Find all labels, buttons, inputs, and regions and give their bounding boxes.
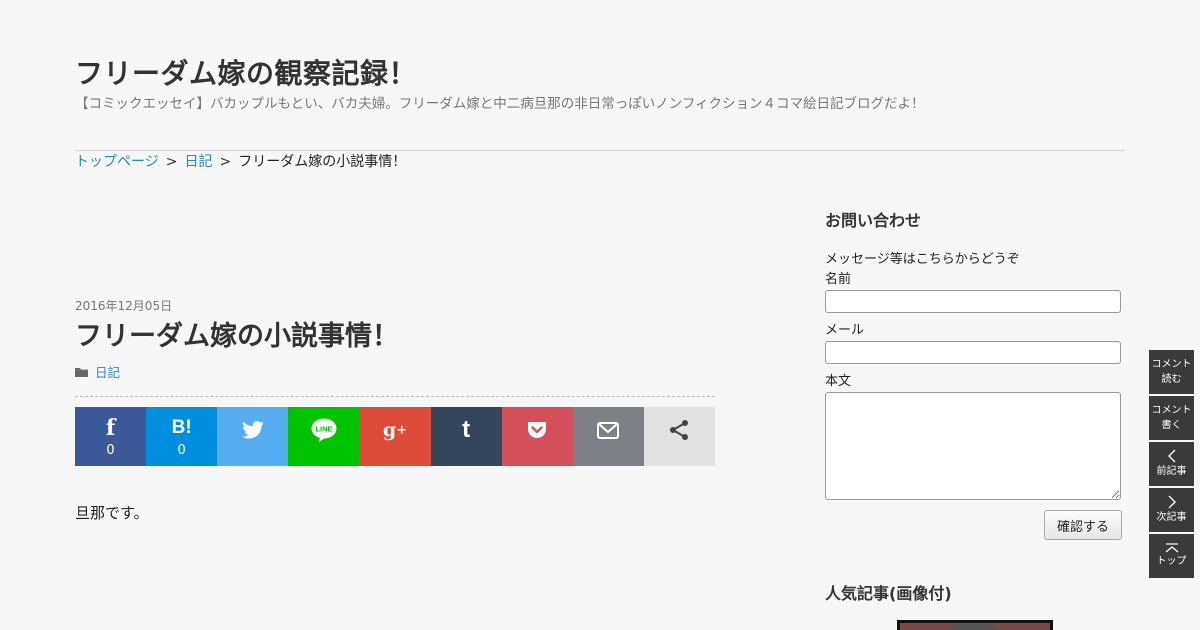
twitter-share-button[interactable] bbox=[217, 407, 289, 466]
breadcrumb-separator: > bbox=[219, 154, 232, 170]
comment-read-button[interactable]: コメント 読む bbox=[1149, 350, 1194, 394]
share-nodes-icon bbox=[668, 417, 690, 443]
popular-widget-title: 人気記事(画像付) bbox=[825, 584, 952, 603]
name-field[interactable] bbox=[825, 290, 1121, 313]
name-label: 名前 bbox=[825, 272, 852, 287]
envelope-icon bbox=[597, 417, 620, 443]
next-post-label: 次記事 bbox=[1156, 512, 1187, 523]
facebook-count: 0 bbox=[106, 442, 115, 458]
confirm-button[interactable]: 確認する bbox=[1044, 510, 1122, 540]
facebook-share-button[interactable]: f 0 bbox=[75, 407, 147, 466]
hatena-share-button[interactable]: B! 0 bbox=[146, 407, 218, 466]
share-more-button[interactable] bbox=[643, 407, 715, 466]
facebook-icon: f bbox=[105, 414, 116, 441]
post-category: 日記 bbox=[75, 362, 120, 381]
line-icon: LINE bbox=[311, 417, 337, 443]
mail-field[interactable] bbox=[825, 341, 1121, 364]
contact-widget-title: お問い合わせ bbox=[825, 211, 922, 230]
mail-label: メール bbox=[825, 323, 865, 338]
prev-post-label: 前記事 bbox=[1156, 466, 1187, 477]
breadcrumb-top-link[interactable]: トップページ bbox=[75, 154, 159, 170]
site-description: 【コミックエッセイ】バカップルもとい、バカ夫婦。フリーダム嫁と中二病旦那の非日常… bbox=[75, 96, 925, 112]
googleplus-share-button[interactable]: g + bbox=[359, 407, 431, 466]
next-post-button[interactable]: 次記事 bbox=[1149, 488, 1194, 532]
chevron-left-icon bbox=[1167, 449, 1175, 463]
comment-write-label-2: 書く bbox=[1161, 420, 1182, 431]
dashed-divider bbox=[75, 396, 715, 397]
chevron-up-icon bbox=[1165, 543, 1178, 553]
pocket-share-button[interactable] bbox=[501, 407, 573, 466]
breadcrumb: トップページ > 日記 > フリーダム嫁の小説事情！ bbox=[75, 151, 406, 171]
breadcrumb-diary-link[interactable]: 日記 bbox=[184, 154, 212, 170]
breadcrumb-current: フリーダム嫁の小説事情！ bbox=[238, 154, 407, 170]
comment-write-button[interactable]: コメント 書く bbox=[1149, 396, 1194, 440]
line-share-button[interactable]: LINE bbox=[288, 407, 360, 466]
mail-share-button[interactable] bbox=[572, 407, 644, 466]
svg-text:LINE: LINE bbox=[315, 425, 332, 434]
breadcrumb-separator: > bbox=[165, 154, 178, 170]
back-to-top-label: トップ bbox=[1156, 556, 1187, 567]
tumblr-share-button[interactable]: t bbox=[430, 407, 502, 466]
comment-read-label-2: 読む bbox=[1161, 374, 1182, 385]
folder-icon bbox=[75, 367, 88, 377]
post-date: 2016年12月05日 bbox=[75, 299, 173, 313]
prev-post-button[interactable]: 前記事 bbox=[1149, 442, 1194, 486]
message-textarea[interactable] bbox=[825, 392, 1121, 500]
chevron-right-icon bbox=[1168, 495, 1176, 509]
tumblr-icon: t bbox=[462, 416, 471, 443]
body-label: 本文 bbox=[825, 374, 852, 389]
post-title: フリーダム嫁の小説事情！ bbox=[75, 321, 399, 352]
comment-write-label-1: コメント bbox=[1151, 405, 1192, 416]
hatena-icon: B! bbox=[171, 417, 192, 438]
google-plus-icon: g + bbox=[382, 418, 408, 441]
share-buttons: f 0 B! 0 LINE g + t bbox=[75, 407, 715, 466]
twitter-bird-icon bbox=[241, 417, 264, 443]
popular-post-thumbnail[interactable] bbox=[897, 620, 1053, 630]
back-to-top-button[interactable]: トップ bbox=[1149, 534, 1194, 578]
site-title[interactable]: フリーダム嫁の観察記録！ bbox=[75, 52, 417, 92]
hatena-count: 0 bbox=[177, 442, 186, 458]
thumbnail-figure bbox=[934, 624, 1014, 630]
pocket-icon bbox=[527, 417, 547, 443]
contact-intro: メッセージ等はこちらからどうぞ bbox=[825, 252, 1020, 267]
comment-read-label-1: コメント bbox=[1151, 359, 1192, 370]
post-body: 旦那です。 bbox=[75, 504, 149, 522]
category-link[interactable]: 日記 bbox=[95, 362, 120, 381]
